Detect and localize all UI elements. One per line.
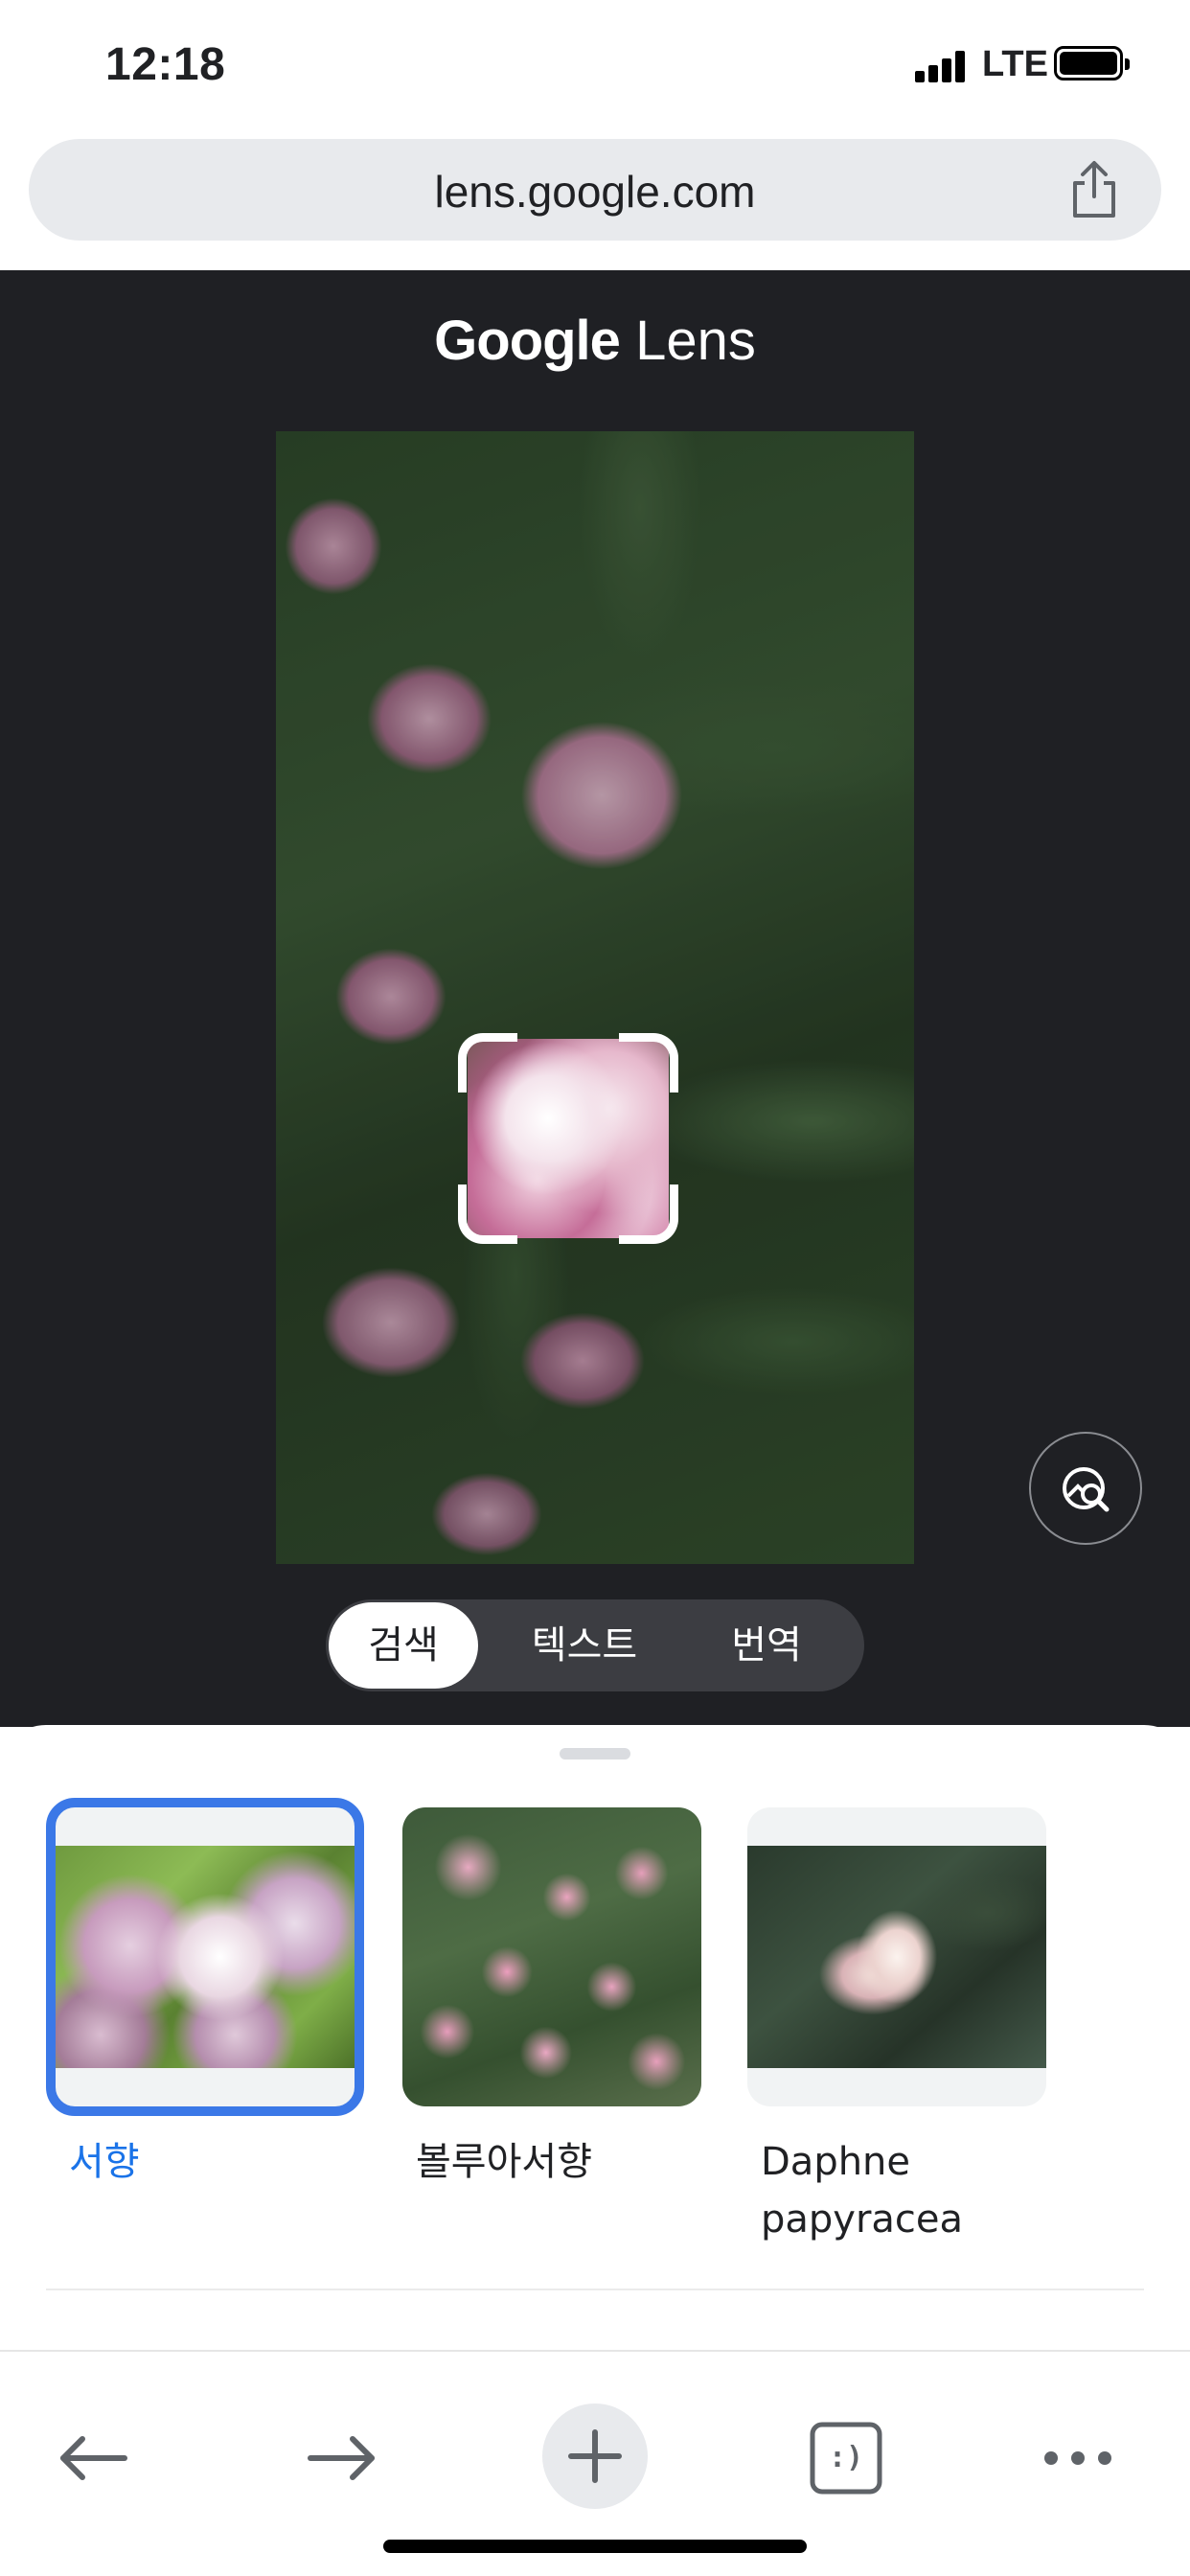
address-bar[interactable]: lens.google.com [29, 139, 1161, 241]
new-tab-button[interactable] [542, 2404, 648, 2509]
status-time: 12:18 [105, 39, 226, 90]
result-thumbnail[interactable] [747, 1807, 1046, 2106]
google-lens-logo: Google Lens [0, 309, 1190, 373]
forward-arrow-icon[interactable] [289, 2405, 395, 2511]
more-horizontal-icon[interactable] [1025, 2405, 1131, 2511]
results-sheet: 서향 볼루아서향 Daphne papyracea [0, 1725, 1190, 2348]
battery-icon [1054, 46, 1130, 80]
tab-switcher-label: :) [828, 2441, 864, 2474]
status-bar: 12:18 LTE [0, 0, 1190, 134]
photo-dim-overlay [276, 431, 914, 1564]
result-thumbnail[interactable] [46, 1798, 364, 2116]
result-label[interactable]: 서향 [69, 2133, 356, 2191]
logo-product: Lens [635, 310, 756, 372]
crop-handle-bottom-left[interactable] [458, 1184, 517, 1244]
crop-handle-top-left[interactable] [458, 1033, 517, 1092]
tab-text[interactable]: 텍스트 [489, 1599, 680, 1691]
result-image [402, 1807, 701, 2106]
back-arrow-icon[interactable] [40, 2405, 146, 2511]
crop-handle-top-right[interactable] [619, 1033, 678, 1092]
result-image [56, 1846, 355, 2068]
image-search-button[interactable] [1029, 1432, 1142, 1545]
result-image [747, 1846, 1046, 2068]
plus-icon [568, 2429, 622, 2483]
share-icon[interactable] [1067, 160, 1121, 219]
result-label[interactable]: 볼루아서향 [416, 2133, 703, 2191]
network-type: LTE [982, 44, 1048, 84]
result-thumbnail[interactable] [402, 1807, 701, 2106]
tab-switcher-button[interactable]: :) [793, 2405, 899, 2511]
lens-mode-tabs: 검색 텍스트 번역 [326, 1599, 864, 1691]
divider [46, 2288, 1144, 2290]
sheet-drag-handle[interactable] [560, 1748, 630, 1760]
tab-translate[interactable]: 번역 [680, 1599, 853, 1691]
signal-strength-icon [915, 50, 973, 82]
crop-handle-bottom-right[interactable] [619, 1184, 678, 1244]
logo-brand: Google [434, 310, 621, 372]
uploaded-photo[interactable] [276, 431, 914, 1564]
url-text[interactable]: lens.google.com [29, 166, 1161, 218]
crop-selection[interactable] [458, 1033, 678, 1244]
tab-search[interactable]: 검색 [329, 1602, 478, 1689]
home-indicator[interactable] [383, 2540, 807, 2553]
result-label[interactable]: Daphne papyracea [761, 2133, 1048, 2248]
image-search-icon [1063, 1467, 1110, 1512]
lens-viewer: Google Lens 검색 텍스트 번역 [0, 270, 1190, 1727]
